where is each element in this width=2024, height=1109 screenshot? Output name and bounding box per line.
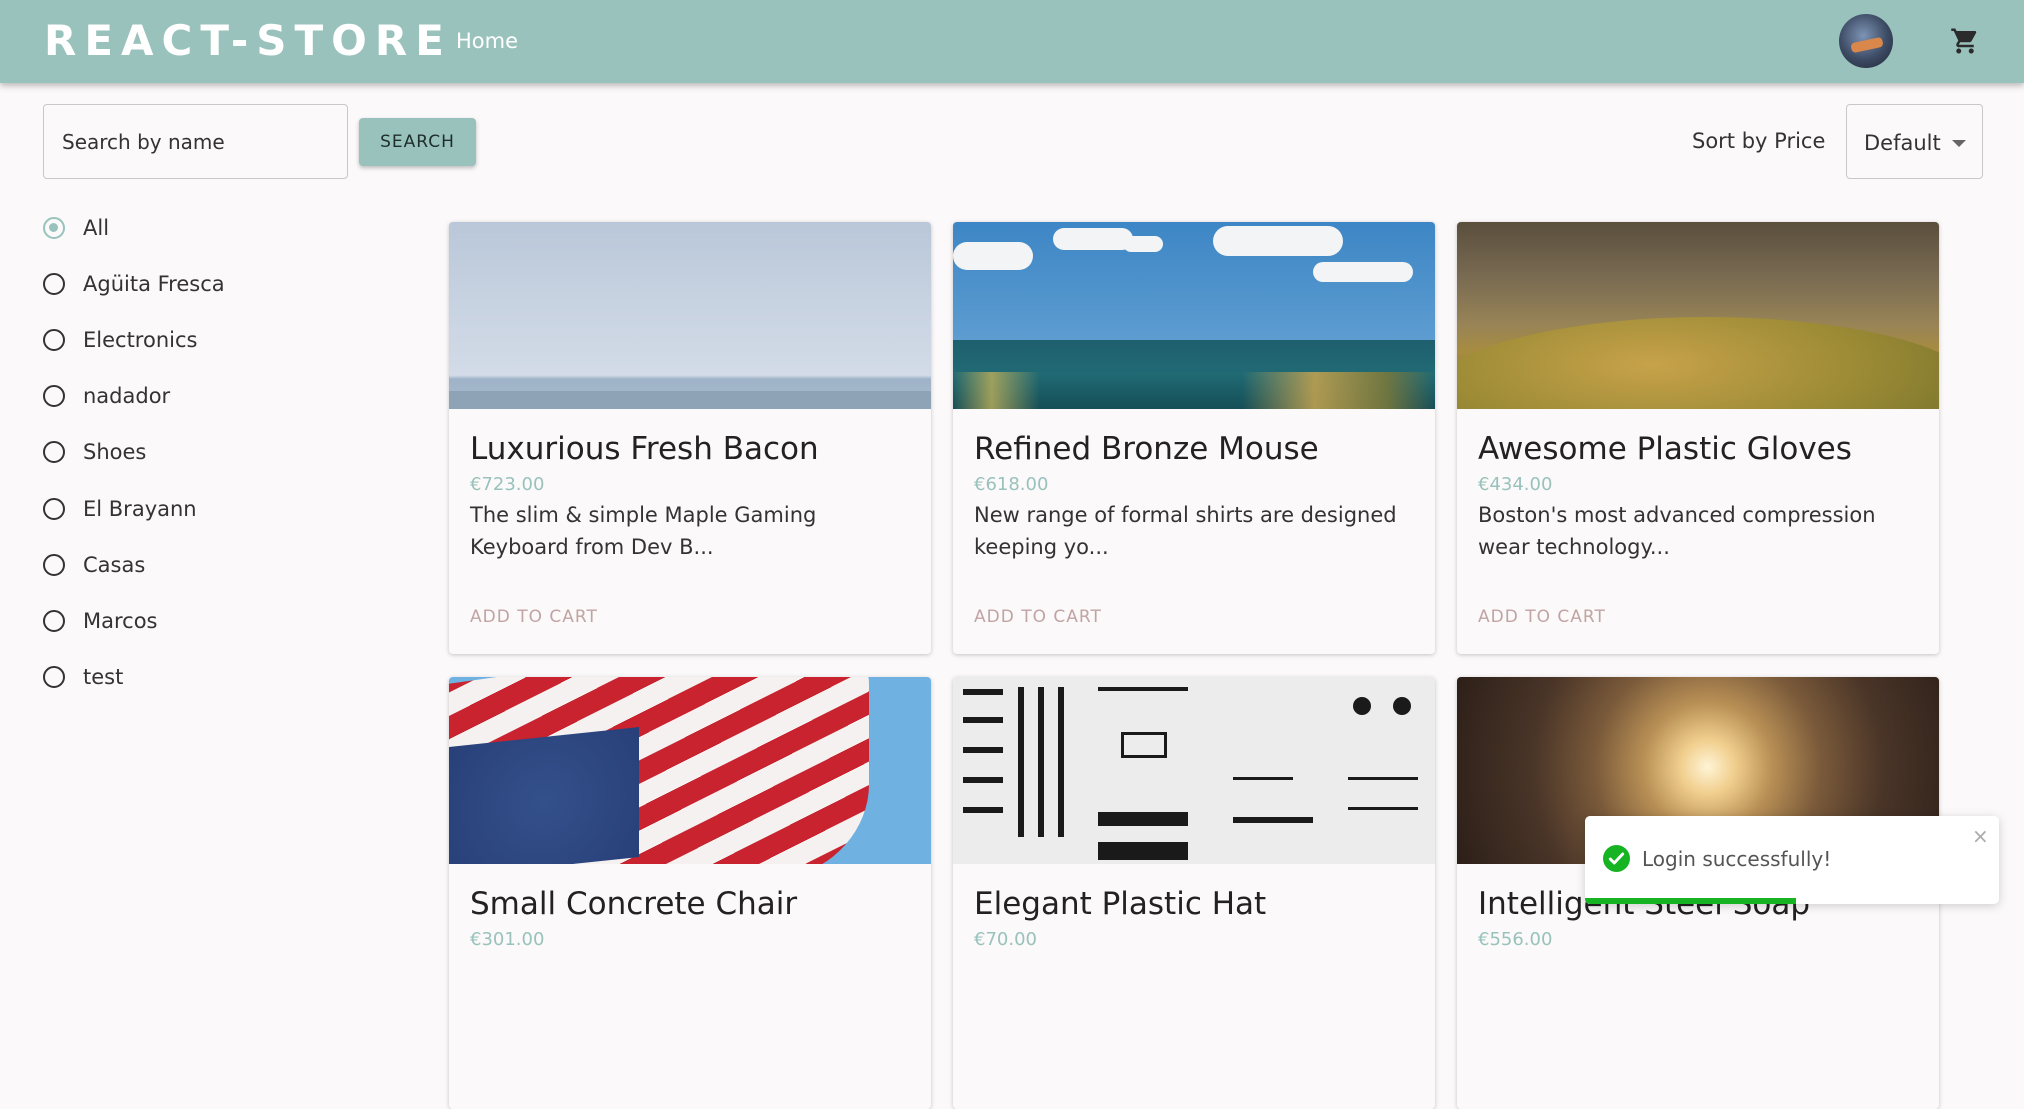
category-label: nadador <box>83 384 171 408</box>
product-image <box>449 677 931 864</box>
product-price: €556.00 <box>1478 929 1553 950</box>
caret-down-icon <box>1952 140 1966 147</box>
check-circle-icon <box>1603 845 1630 872</box>
product-title: Luxurious Fresh Bacon <box>470 431 819 467</box>
category-radio-aguita-fresca[interactable]: Agüita Fresca <box>43 264 363 304</box>
product-image <box>953 677 1435 864</box>
image-tool-part <box>1098 812 1188 826</box>
product-description: New range of formal shirts are designed … <box>974 503 1397 559</box>
radio-unchecked-icon[interactable] <box>43 273 65 295</box>
category-label: Agüita Fresca <box>83 272 225 296</box>
product-price: €723.00 <box>470 474 545 495</box>
category-label: Shoes <box>83 440 147 464</box>
product-image <box>953 222 1435 409</box>
image-tool-part <box>1348 777 1418 780</box>
store-logo[interactable]: REACT-STORE <box>44 14 452 68</box>
image-tool-part <box>1038 687 1044 837</box>
category-radio-marcos[interactable]: Marcos <box>43 601 363 641</box>
search-button[interactable]: SEARCH <box>359 118 476 166</box>
image-cloud <box>1053 228 1133 250</box>
app-header: REACT-STORE Home <box>0 0 2024 83</box>
image-tool-part <box>1393 697 1411 715</box>
radio-unchecked-icon[interactable] <box>43 666 65 688</box>
category-label: test <box>83 665 124 689</box>
search-field <box>43 104 348 179</box>
image-tool-part <box>963 777 1003 783</box>
product-price: €434.00 <box>1478 474 1553 495</box>
image-tool-part <box>963 689 1003 695</box>
category-radio-el-brayann[interactable]: El Brayann <box>43 489 363 529</box>
sort-label: Sort by Price <box>1692 129 1826 153</box>
product-title: Elegant Plastic Hat <box>974 886 1267 922</box>
nav-home-link[interactable]: Home <box>456 25 518 57</box>
product-price: €70.00 <box>974 929 1037 950</box>
image-tool-part <box>1121 732 1167 758</box>
shopping-cart-icon[interactable] <box>1950 26 1980 56</box>
radio-unchecked-icon[interactable] <box>43 554 65 576</box>
product-title: Refined Bronze Mouse <box>974 431 1319 467</box>
image-tool-part <box>1098 687 1188 691</box>
category-label: Marcos <box>83 609 158 633</box>
product-image <box>1457 222 1939 409</box>
image-tool-part <box>1233 777 1293 780</box>
category-radio-shoes[interactable]: Shoes <box>43 432 363 472</box>
close-icon[interactable]: × <box>1972 826 1989 846</box>
image-tool-part <box>963 717 1003 723</box>
product-description: Boston's most advanced compression wear … <box>1478 503 1876 559</box>
sort-selected-value: Default <box>1864 131 1941 155</box>
image-cloud <box>953 242 1033 270</box>
login-success-toast[interactable]: Login successfully! × <box>1585 816 1999 904</box>
add-to-cart-button[interactable]: ADD TO CART <box>1478 605 1606 629</box>
add-to-cart-button[interactable]: ADD TO CART <box>974 605 1102 629</box>
image-tool-part <box>1018 687 1024 837</box>
product-card[interactable]: Awesome Plastic Gloves €434.00 Boston's … <box>1457 222 1939 654</box>
image-tool-part <box>1098 842 1188 860</box>
radio-unchecked-icon[interactable] <box>43 385 65 407</box>
category-radio-electronics[interactable]: Electronics <box>43 320 363 360</box>
image-cloud <box>1213 226 1343 256</box>
category-radio-nadador[interactable]: nadador <box>43 376 363 416</box>
user-avatar[interactable] <box>1839 14 1893 68</box>
toast-message: Login successfully! <box>1642 847 1832 871</box>
category-radio-casas[interactable]: Casas <box>43 545 363 585</box>
category-radio-all[interactable]: All <box>43 208 363 248</box>
avatar-image-figure <box>1850 36 1884 54</box>
image-horizon <box>449 391 931 409</box>
category-radio-test[interactable]: test <box>43 657 363 697</box>
image-tool-part <box>963 807 1003 813</box>
category-label: Electronics <box>83 328 198 352</box>
product-title: Awesome Plastic Gloves <box>1478 431 1852 467</box>
image-tool-part <box>1353 697 1371 715</box>
product-card[interactable]: Small Concrete Chair €301.00 <box>449 677 931 1109</box>
radio-unchecked-icon[interactable] <box>43 441 65 463</box>
image-tool-part <box>1233 817 1313 823</box>
image-tool-part <box>1058 687 1064 837</box>
image-cloud <box>1123 236 1163 252</box>
search-input[interactable] <box>44 105 347 178</box>
flag-canton <box>449 727 639 864</box>
radio-unchecked-icon[interactable] <box>43 329 65 351</box>
product-card[interactable]: Refined Bronze Mouse €618.00 New range o… <box>953 222 1435 654</box>
product-price: €301.00 <box>470 929 545 950</box>
radio-unchecked-icon[interactable] <box>43 610 65 632</box>
radio-unchecked-icon[interactable] <box>43 498 65 520</box>
sort-price-select[interactable]: Default <box>1846 104 1983 179</box>
category-label: Casas <box>83 553 146 577</box>
product-image <box>449 222 931 409</box>
image-grass <box>953 372 1435 409</box>
product-card[interactable]: Luxurious Fresh Bacon €723.00 The slim &… <box>449 222 931 654</box>
image-hill <box>1457 317 1939 409</box>
product-price: €618.00 <box>974 474 1049 495</box>
category-label: El Brayann <box>83 497 197 521</box>
product-card[interactable]: Elegant Plastic Hat €70.00 <box>953 677 1435 1109</box>
product-description: The slim & simple Maple Gaming Keyboard … <box>470 503 817 559</box>
image-cloud <box>1313 262 1413 282</box>
radio-checked-icon[interactable] <box>43 217 65 239</box>
image-tool-part <box>963 747 1003 753</box>
toast-progress-bar <box>1585 898 1797 904</box>
product-title: Small Concrete Chair <box>470 886 798 922</box>
category-label: All <box>83 216 110 240</box>
image-tool-part <box>1348 807 1418 810</box>
add-to-cart-button[interactable]: ADD TO CART <box>470 605 598 629</box>
